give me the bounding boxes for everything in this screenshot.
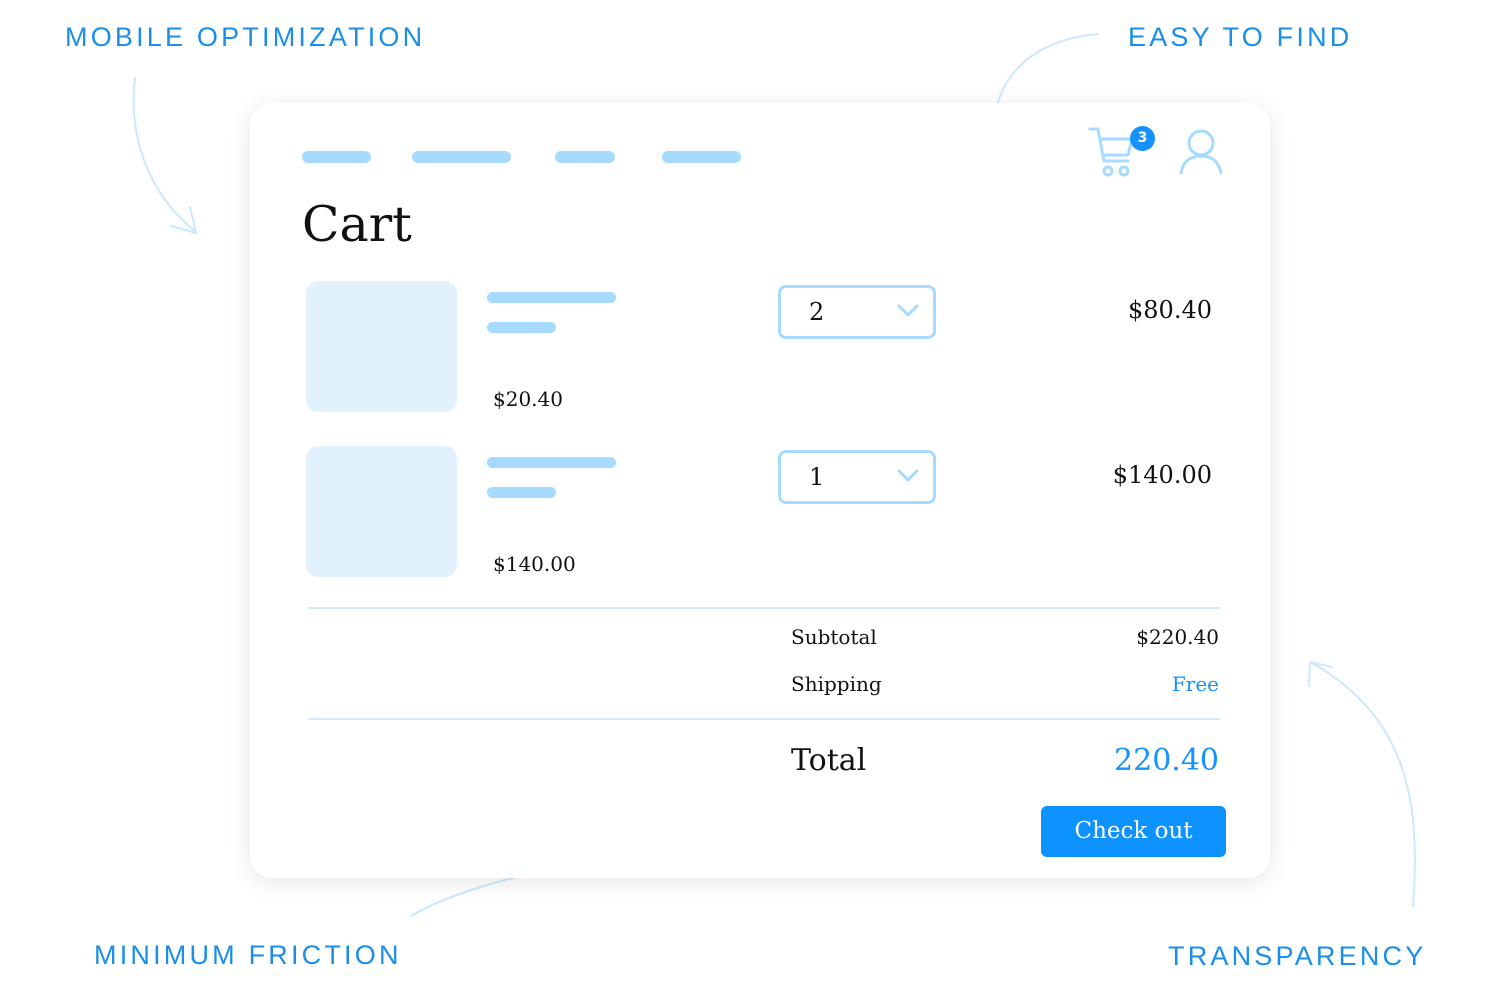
callout-easy-to-find: EASY TO FIND (1128, 22, 1353, 52)
unit-price: $20.40 (493, 387, 563, 411)
product-thumbnail[interactable] (306, 281, 457, 412)
checkout-button[interactable]: Check out (1041, 806, 1226, 857)
callout-minimum-friction: MINIMUM FRICTION (94, 940, 402, 970)
subtotal-label: Subtotal (791, 625, 877, 649)
arrow-transparency (1311, 662, 1416, 907)
line-total: $80.40 (1128, 296, 1212, 324)
divider (308, 718, 1220, 720)
line-total: $140.00 (1112, 461, 1212, 489)
nav-item-1[interactable] (302, 151, 371, 163)
arrow-mobile-optimization (132, 77, 197, 233)
quantity-value: 2 (809, 298, 825, 326)
product-name-placeholder[interactable] (487, 457, 616, 468)
total-label: Total (791, 743, 867, 778)
shipping-value: Free (1171, 672, 1219, 696)
subtotal-value: $220.40 (1136, 625, 1219, 649)
chevron-down-icon (897, 304, 919, 317)
callout-transparency: TRANSPARENCY (1168, 941, 1427, 971)
chevron-down-icon (897, 469, 919, 482)
nav-item-2[interactable] (412, 151, 511, 163)
cart-count-badge: 3 (1130, 126, 1155, 151)
quantity-select[interactable]: 1 (778, 450, 936, 504)
cart-card: 3 Cart $20.40 2 $80.40 $140.00 1 $140.00… (250, 103, 1270, 878)
quantity-value: 1 (809, 463, 825, 491)
quantity-select[interactable]: 2 (778, 285, 936, 339)
product-thumbnail[interactable] (306, 446, 457, 577)
total-value: 220.40 (1114, 743, 1219, 778)
divider (308, 607, 1220, 609)
unit-price: $140.00 (493, 552, 576, 576)
shipping-label: Shipping (791, 672, 882, 696)
product-variant-placeholder (487, 322, 556, 333)
product-name-placeholder[interactable] (487, 292, 616, 303)
page-title: Cart (302, 196, 412, 253)
nav-item-3[interactable] (555, 151, 615, 163)
user-icon[interactable] (1178, 127, 1224, 177)
shopping-cart-icon[interactable] (1088, 125, 1136, 181)
callout-mobile-optimization: MOBILE OPTIMIZATION (65, 22, 426, 52)
product-variant-placeholder (487, 487, 556, 498)
nav-item-4[interactable] (662, 151, 741, 163)
